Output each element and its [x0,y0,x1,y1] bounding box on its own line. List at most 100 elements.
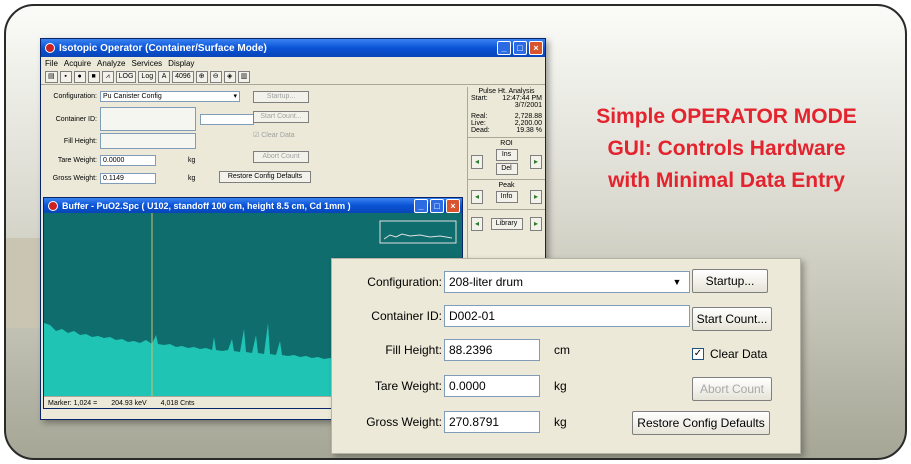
center-icon[interactable]: ◈ [223,70,236,83]
live-value: 2,200.00 [514,120,542,127]
buffer-title-bar: Buffer - PuO2.Spc ( U102, standoff 100 c… [44,198,462,213]
del-button[interactable]: Del [495,163,518,175]
start-icon[interactable]: ● [73,70,86,83]
close-button[interactable]: × [529,41,543,55]
configuration-value: Pu Canister Config [103,93,162,100]
headline-line-1: Simple OPERATOR MODE [596,105,857,128]
checkmark-icon[interactable]: ✓ [692,348,704,360]
gross-unit-zoom: kg [554,415,567,429]
menu-display[interactable]: Display [168,59,194,68]
energy-readout: 204.93 keV [111,400,147,407]
gross-unit: kg [188,175,196,182]
abort-count-button-small[interactable]: Abort Count [253,151,309,163]
restore-defaults-button[interactable]: Restore Config Defaults [632,411,770,435]
title-bar: Isotopic Operator (Container/Surface Mod… [41,39,545,57]
toolbar: ▤ ▪ ● ■ ⩘ LOG Log A 4096 ⊕ ⊖ ◈ ▥ [41,69,545,85]
open-icon[interactable]: ▤ [45,70,58,83]
configuration-label-zoom: Configuration: [367,275,442,289]
real-value: 2,728.88 [514,113,542,120]
library-next-icon[interactable]: ▸ [530,217,542,231]
configuration-select-zoom[interactable]: 208-liter drum ▼ [444,271,690,293]
maximize-button[interactable]: □ [513,41,527,55]
start-count-button-small[interactable]: Start Count... [253,111,309,123]
marker-readout: Marker: 1,024 = [48,400,98,407]
tare-label-zoom: Tare Weight: [374,379,442,393]
window-title: Isotopic Operator (Container/Surface Mod… [59,42,267,54]
save-icon[interactable]: ▪ [59,70,72,83]
app-icon [45,43,55,53]
start-time: 12:47:44 PM [502,95,542,102]
minimize-button[interactable]: _ [497,41,511,55]
operator-form-zoom: Configuration: 208-liter drum ▼ Containe… [331,258,801,454]
headline-line-3: with Minimal Data Entry [608,169,845,192]
counts-readout: 4,018 Cnts [160,400,195,407]
abort-count-button[interactable]: Abort Count [692,377,772,401]
tare-weight-input-zoom[interactable]: 0.0000 [444,375,540,397]
roi-next-icon[interactable]: ▸ [530,155,542,169]
startup-button-small[interactable]: Startup... [253,91,309,103]
menu-bar: File Acquire Analyze Services Display [41,57,545,69]
container-field[interactable] [100,107,196,131]
buffer-minimize-button[interactable]: _ [414,198,428,213]
fill-height-input-zoom[interactable]: 88.2396 [444,339,540,361]
library-button[interactable]: Library [490,218,523,230]
container-id-input-zoom[interactable]: D002-01 [444,305,690,327]
peak-prev-icon[interactable]: ◂ [471,190,483,204]
library-prev-icon[interactable]: ◂ [471,217,483,231]
headline: Simple OPERATOR MODE GUI: Controls Hardw… [554,101,899,197]
clear-data-checkbox[interactable]: ✓ Clear Data [692,347,767,361]
buffer-title: Buffer - PuO2.Spc ( U102, standoff 100 c… [62,200,351,211]
start-date: 3/7/2001 [514,102,542,109]
menu-services[interactable]: Services [131,59,162,68]
fill-label: Fill Height: [63,137,97,145]
chevron-down-icon[interactable]: ▼ [669,273,685,291]
ins-button[interactable]: Ins [495,149,518,161]
live-label: Live: [471,120,486,127]
startup-button[interactable]: Startup... [692,269,768,293]
container-label-zoom: Container ID: [371,309,442,323]
menu-analyze[interactable]: Analyze [97,59,125,68]
overview-box[interactable] [379,220,457,244]
slide-frame: Isotopic Operator (Container/Surface Mod… [4,4,907,460]
spectrum-icon[interactable]: ⩘ [101,70,114,83]
tare-unit-zoom: kg [554,379,567,393]
dead-label: Dead: [471,127,490,134]
headline-line-2: GUI: Controls Hardware [607,137,846,160]
menu-file[interactable]: File [45,59,58,68]
container-label: Container ID: [55,115,97,123]
panel-title: Pulse Ht. Analysis [478,88,535,95]
clear-data-label: Clear Data [710,347,768,361]
peak-next-icon[interactable]: ▸ [530,190,542,204]
gross-label: Gross Weight: [52,175,97,182]
fill-field[interactable] [100,133,196,149]
fill-label-zoom: Fill Height: [385,343,442,357]
buffer-close-button[interactable]: × [446,198,460,213]
clear-data-checkbox-small[interactable]: ☑ Clear Data [253,131,295,139]
container-id-input[interactable] [200,113,254,125]
channels-button[interactable]: 4096 [172,70,194,83]
gross-input[interactable]: 0.1149 [100,173,156,184]
tare-input[interactable]: 0.0000 [100,155,156,166]
info-button[interactable]: Info [495,191,518,203]
buffer-maximize-button[interactable]: □ [430,198,444,213]
menu-acquire[interactable]: Acquire [64,59,91,68]
zoom-in-icon[interactable]: ⊕ [195,70,208,83]
fullscale-icon[interactable]: ▥ [237,70,251,83]
auto-scale-button[interactable]: A [158,70,171,83]
dead-value: 19.38 % [516,127,542,134]
gross-weight-input-zoom[interactable]: 270.8791 [444,411,540,433]
gross-label-zoom: Gross Weight: [366,415,442,429]
log-button[interactable]: LOG [115,70,137,83]
log-scale-button[interactable]: Log [138,70,157,83]
restore-defaults-button-small[interactable]: Restore Config Defaults [219,171,311,183]
roi-prev-icon[interactable]: ◂ [471,155,483,169]
stop-icon[interactable]: ■ [87,70,100,83]
real-label: Real: [471,113,488,120]
zoom-out-icon[interactable]: ⊖ [209,70,222,83]
configuration-value-zoom: 208-liter drum [449,275,524,289]
operator-form-small: Configuration: Pu Canister Config ▾ Conta… [43,87,463,191]
tare-unit: kg [188,157,196,164]
start-count-button[interactable]: Start Count... [692,307,772,331]
configuration-select[interactable]: Pu Canister Config ▾ [100,91,240,102]
peak-label: Peak [468,179,545,189]
